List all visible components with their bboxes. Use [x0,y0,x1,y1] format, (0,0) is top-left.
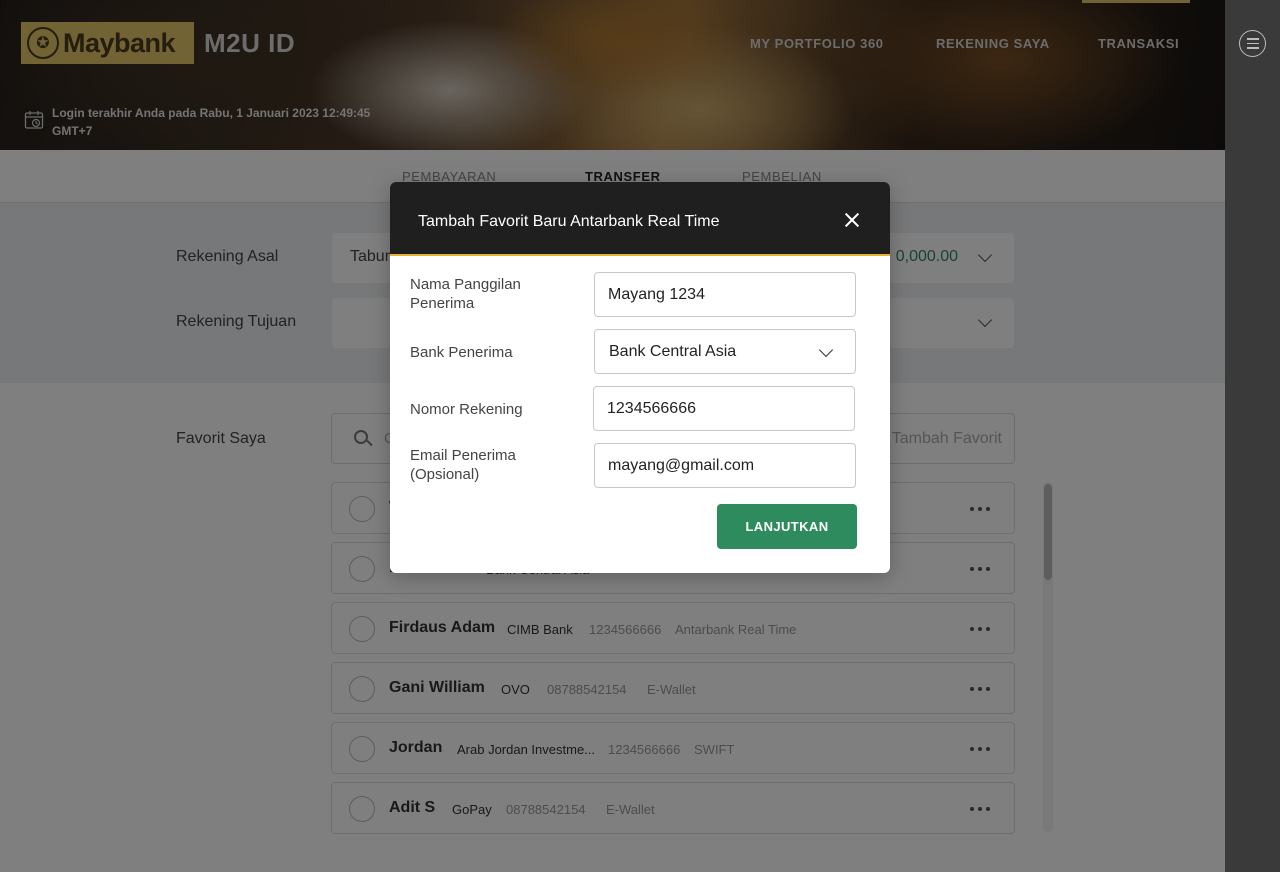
account-number-field[interactable] [593,386,855,431]
modal-header: Tambah Favorit Baru Antarbank Real Time [390,182,890,256]
email-label: Email Penerima (Opsional) [410,447,516,483]
bank-select[interactable]: Bank Central Asia [594,329,856,374]
modal-title: Tambah Favorit Baru Antarbank Real Time [418,213,720,230]
account-number-label: Nomor Rekening [410,401,523,418]
bank-label: Bank Penerima [410,344,513,361]
nickname-label: Nama Panggilan Penerima [410,276,521,312]
email-field[interactable] [594,443,856,488]
hamburger-menu-icon[interactable] [1239,30,1266,57]
continue-button[interactable]: LANJUTKAN [717,504,857,549]
chevron-down-icon [818,342,834,358]
bank-select-value: Bank Central Asia [609,343,737,360]
right-sidebar [1225,0,1280,872]
add-favorite-modal: Tambah Favorit Baru Antarbank Real Time … [390,182,890,573]
close-icon[interactable] [842,210,862,230]
nickname-field[interactable] [594,272,856,317]
